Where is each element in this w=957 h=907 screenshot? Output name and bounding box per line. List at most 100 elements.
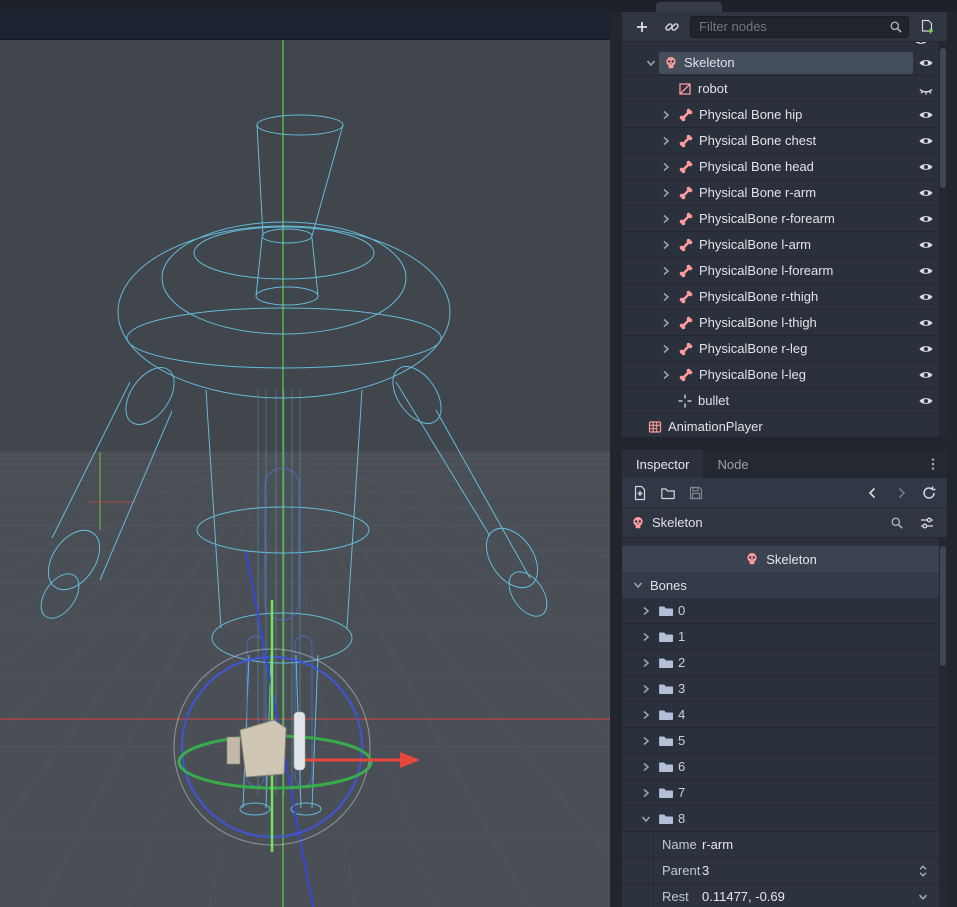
scene-node-physical-bone-hip[interactable]: Physical Bone hip (622, 102, 939, 128)
node-row-content[interactable]: Physical Bone chest (674, 130, 913, 152)
value-dropdown[interactable] (915, 889, 931, 905)
bone-item-2[interactable]: 2 (622, 650, 939, 676)
scene-node-physicalbone-r-thigh[interactable]: PhysicalBone r-thigh (622, 284, 939, 310)
expand-arrow[interactable] (658, 289, 674, 305)
expand-arrow[interactable] (638, 603, 654, 619)
expand-arrow[interactable] (658, 133, 674, 149)
object-history-button[interactable] (917, 481, 941, 505)
scene-tree-scrollbar[interactable] (939, 42, 947, 437)
instance-scene-button[interactable] (660, 15, 684, 39)
expand-arrow[interactable] (638, 785, 654, 801)
expand-arrow[interactable] (658, 185, 674, 201)
inspector-scrollbar[interactable] (939, 538, 947, 907)
expand-arrow[interactable] (658, 341, 674, 357)
expand-arrow[interactable] (658, 211, 674, 227)
inspector-content[interactable]: Skeleton Bones 012345678 Namer-armParent… (622, 538, 939, 907)
visibility-toggle[interactable] (913, 211, 939, 227)
expand-arrow[interactable] (638, 681, 654, 697)
visibility-toggle[interactable] (913, 107, 939, 123)
node-row-content[interactable]: Physical Bone hip (674, 104, 913, 126)
expand-arrow[interactable] (658, 159, 674, 175)
visibility-toggle[interactable] (913, 133, 939, 149)
expand-arrow[interactable] (638, 759, 654, 775)
bone-item-0[interactable]: 0 (622, 598, 939, 624)
scene-node-physical-bone-chest[interactable]: Physical Bone chest (622, 128, 939, 154)
tab-inspector[interactable]: Inspector (622, 450, 703, 478)
visibility-toggle[interactable] (913, 315, 939, 331)
visibility-toggle[interactable] (913, 237, 939, 253)
history-back-button[interactable] (861, 481, 885, 505)
filter-nodes-input[interactable] (690, 16, 909, 38)
scene-node-physicalbone-r-forearm[interactable]: PhysicalBone r-forearm (622, 206, 939, 232)
history-forward-button[interactable] (889, 481, 913, 505)
node-row-content[interactable]: bullet (673, 390, 913, 412)
save-resource-button[interactable] (684, 481, 708, 505)
expand-arrow[interactable] (658, 237, 674, 253)
scene-node-physicalbone-l-leg[interactable]: PhysicalBone l-leg (622, 362, 939, 388)
collapse-arrow[interactable] (638, 811, 654, 827)
instantiate-child-scene-button[interactable] (915, 15, 939, 39)
bone-item-6[interactable]: 6 (622, 754, 939, 780)
node-row-content[interactable]: Physical Bone r-arm (674, 182, 913, 204)
bone-item-4[interactable]: 4 (622, 702, 939, 728)
bone-item-7[interactable]: 7 (622, 780, 939, 806)
node-row-content[interactable]: AnimationPlayer (643, 416, 939, 438)
viewport-canvas[interactable] (0, 40, 610, 907)
collapse-arrow[interactable] (643, 55, 659, 71)
scene-node-physicalbone-l-forearm[interactable]: PhysicalBone l-forearm (622, 258, 939, 284)
bone-item-3[interactable]: 3 (622, 676, 939, 702)
inspector-tools-button[interactable] (915, 511, 939, 535)
scene-node-physical-bone-head[interactable]: Physical Bone head (622, 154, 939, 180)
category-bones[interactable]: Bones (622, 572, 939, 598)
node-row-content[interactable]: PhysicalBone l-forearm (674, 260, 913, 282)
expand-arrow[interactable] (658, 263, 674, 279)
bone-item-1[interactable]: 1 (622, 624, 939, 650)
node-row-content[interactable]: PhysicalBone r-thigh (674, 286, 913, 308)
node-row-content[interactable]: PhysicalBone l-thigh (674, 312, 913, 334)
bone-item-8[interactable]: 8 (622, 806, 939, 832)
node-row-content[interactable]: Physical Bone head (674, 156, 913, 178)
property-value[interactable]: 0.11477, -0.69 (702, 889, 939, 905)
dock-menu-button[interactable] (925, 450, 947, 478)
expand-arrow[interactable] (638, 733, 654, 749)
scene-node-physicalbone-l-arm[interactable]: PhysicalBone l-arm (622, 232, 939, 258)
scene-node-skeleton[interactable]: Skeleton (622, 50, 939, 76)
property-value[interactable]: 3 (702, 863, 939, 879)
visibility-toggle[interactable] (913, 81, 939, 97)
bone-item-5[interactable]: 5 (622, 728, 939, 754)
scene-node-robot[interactable]: robot (622, 76, 939, 102)
scene-node-physical-bone-r-arm[interactable]: Physical Bone r-arm (622, 180, 939, 206)
visibility-toggle[interactable] (913, 341, 939, 357)
node-row-content[interactable]: Skeleton (659, 52, 913, 74)
visibility-toggle[interactable] (913, 159, 939, 175)
expand-arrow[interactable] (638, 707, 654, 723)
node-row-content[interactable]: PhysicalBone l-arm (674, 234, 913, 256)
viewport-3d[interactable] (0, 40, 610, 907)
tab-node[interactable]: Node (703, 450, 762, 478)
expand-arrow[interactable] (658, 315, 674, 331)
scene-node-physicalbone-l-thigh[interactable]: PhysicalBone l-thigh (622, 310, 939, 336)
new-resource-button[interactable] (628, 481, 652, 505)
visibility-toggle[interactable] (913, 185, 939, 201)
add-node-button[interactable] (630, 15, 654, 39)
scene-node-physicalbone-r-leg[interactable]: PhysicalBone r-leg (622, 336, 939, 362)
load-resource-button[interactable] (656, 481, 680, 505)
spinbox-stepper[interactable] (915, 863, 931, 879)
node-row-content[interactable]: PhysicalBone r-leg (674, 338, 913, 360)
property-search-button[interactable] (885, 511, 909, 535)
visibility-toggle[interactable] (913, 263, 939, 279)
expand-arrow[interactable] (658, 107, 674, 123)
visibility-toggle[interactable] (913, 289, 939, 305)
scene-tab-partial[interactable] (656, 2, 722, 12)
scene-tree[interactable]: Skeleton robot Physical Bone hip Physical B… (622, 42, 939, 437)
node-row-content[interactable]: PhysicalBone r-forearm (674, 208, 913, 230)
node-row-content[interactable]: PhysicalBone l-leg (674, 364, 913, 386)
node-row-content[interactable]: robot (673, 78, 913, 100)
scene-node-animationplayer[interactable]: AnimationPlayer (622, 414, 939, 437)
scene-node-bullet[interactable]: bullet (622, 388, 939, 414)
visibility-toggle[interactable] (913, 393, 939, 409)
visibility-toggle[interactable] (913, 367, 939, 383)
expand-arrow[interactable] (638, 629, 654, 645)
visibility-toggle[interactable] (913, 55, 939, 71)
expand-arrow[interactable] (638, 655, 654, 671)
